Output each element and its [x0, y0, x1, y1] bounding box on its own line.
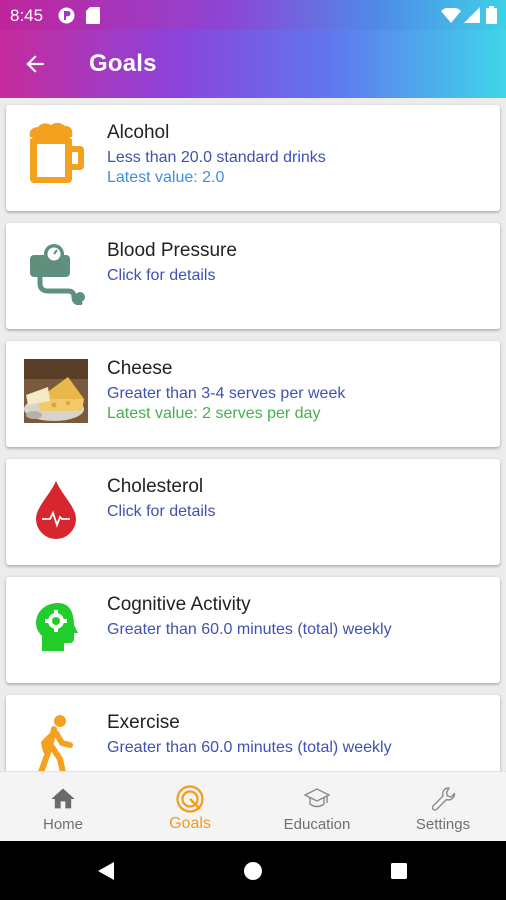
- goal-name: Cheese: [107, 358, 173, 379]
- graduation-cap-icon: [303, 788, 331, 808]
- goal-target: Greater than 3-4 serves per week: [107, 385, 346, 402]
- home-circle-icon[interactable]: [243, 861, 263, 881]
- nav-item-goals[interactable]: Goals: [127, 772, 253, 842]
- goal-latest-value: Latest value: 2.0: [107, 169, 225, 186]
- blood-drop-icon: [36, 481, 76, 539]
- wifi-icon: [441, 8, 461, 23]
- goal-target: Greater than 60.0 minutes (total) weekly: [107, 739, 392, 756]
- goal-name: Cholesterol: [107, 476, 204, 497]
- system-navigation-bar: [0, 841, 506, 900]
- goal-card-blood-pressure[interactable]: Blood Pressure Click for details: [6, 223, 500, 329]
- goal-card-cheese[interactable]: Cheese Greater than 3-4 serves per week …: [6, 341, 500, 447]
- status-bar: 8:45: [0, 0, 506, 30]
- goal-name: Exercise: [107, 712, 180, 733]
- goal-target: Click for details: [107, 503, 216, 520]
- app-notification-icon: [58, 7, 75, 24]
- blood-pressure-icon: [30, 244, 85, 305]
- goal-target: Greater than 60.0 minutes (total) weekly: [107, 621, 392, 638]
- home-icon: [51, 788, 75, 809]
- goal-card-exercise[interactable]: Exercise Greater than 60.0 minutes (tota…: [6, 695, 500, 771]
- goal-name: Cognitive Activity: [107, 594, 251, 615]
- recents-square-icon[interactable]: [390, 862, 408, 880]
- page-title: Goals: [89, 50, 157, 77]
- goal-card-alcohol[interactable]: Alcohol Less than 20.0 standard drinks L…: [6, 105, 500, 211]
- back-triangle-icon[interactable]: [96, 861, 116, 881]
- signal-icon: [464, 7, 480, 23]
- goal-card-cholesterol[interactable]: Cholesterol Click for details: [6, 459, 500, 565]
- cheese-photo: [24, 359, 88, 423]
- nav-item-education[interactable]: Education: [254, 772, 380, 842]
- beer-mug-icon: [29, 123, 84, 183]
- nav-label: Education: [283, 816, 351, 833]
- target-icon: [176, 785, 204, 813]
- bottom-navigation: Home Goals Education Settings: [0, 771, 506, 842]
- nav-label: Home: [42, 816, 83, 833]
- goals-list[interactable]: Alcohol Less than 20.0 standard drinks L…: [0, 98, 506, 771]
- status-time: 8:45: [10, 6, 44, 25]
- goal-target: Less than 20.0 standard drinks: [107, 149, 326, 166]
- head-gears-icon: [36, 603, 78, 651]
- walking-person-icon: [38, 715, 73, 771]
- goal-latest-value: Latest value: 2 serves per day: [107, 405, 321, 422]
- sd-card-icon: [86, 7, 100, 24]
- goal-target: Click for details: [107, 267, 216, 284]
- nav-label: Settings: [415, 816, 471, 833]
- nav-label: Goals: [169, 815, 211, 832]
- battery-icon: [486, 6, 497, 24]
- app-bar: Goals: [0, 30, 506, 98]
- wrench-icon: [431, 787, 456, 811]
- nav-item-home[interactable]: Home: [0, 772, 126, 842]
- arrow-back-icon[interactable]: [22, 51, 48, 77]
- nav-item-settings[interactable]: Settings: [380, 772, 506, 842]
- goal-name: Alcohol: [107, 122, 170, 143]
- goal-card-cognitive-activity[interactable]: Cognitive Activity Greater than 60.0 min…: [6, 577, 500, 683]
- goal-name: Blood Pressure: [107, 240, 237, 261]
